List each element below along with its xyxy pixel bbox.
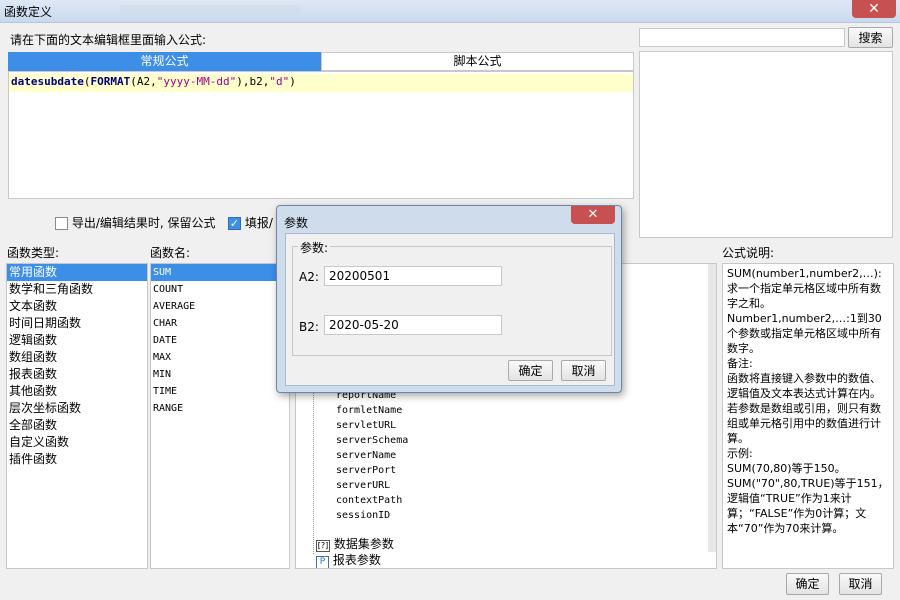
func-type-item[interactable]: 时间日期函数 bbox=[7, 315, 147, 332]
tree-group-report-label: 报表参数 bbox=[332, 553, 381, 567]
tree-param-item[interactable]: serverPort bbox=[336, 463, 408, 478]
func-types-header: 函数类型: bbox=[7, 246, 60, 260]
a2-input[interactable]: 20200501 bbox=[324, 266, 502, 286]
func-names-list[interactable]: SUM COUNT AVERAGE CHAR DATE MAX MIN TIME RANGE bbox=[150, 263, 290, 569]
search-input[interactable] bbox=[639, 28, 845, 47]
tree-group-dataset-label: 数据集参数 bbox=[333, 537, 394, 551]
dataset-icon: [?] bbox=[316, 540, 330, 552]
param-icon: P bbox=[316, 556, 329, 568]
func-name-item[interactable]: MIN bbox=[151, 366, 289, 383]
b2-input[interactable]: 2020-05-20 bbox=[324, 315, 502, 335]
keep-formula-option[interactable]: 导出/编辑结果时, 保留公式 bbox=[55, 214, 216, 231]
formula-token: ) bbox=[289, 75, 296, 88]
fill-option[interactable]: ✓ 填报/ bbox=[228, 214, 273, 231]
description-line: 函数将直接键入参数中的数值、逻辑值及文本表达式计算在内。若参数是数组或引用，则只… bbox=[727, 372, 881, 445]
search-results-panel[interactable] bbox=[639, 51, 893, 238]
tab-regular-formula[interactable]: 常规公式 bbox=[8, 52, 321, 71]
window-title: 函数定义 bbox=[4, 5, 53, 19]
formula-token: datesubdate bbox=[11, 75, 84, 88]
formula-token: FORMAT bbox=[90, 75, 131, 88]
func-names-header: 函数名: bbox=[150, 246, 191, 260]
func-type-item[interactable]: 其他函数 bbox=[7, 383, 147, 400]
tree-param-item[interactable]: sessionID bbox=[336, 508, 408, 523]
params-dialog: 参数 ✕ 参数: A2: 20200501 B2: 2020-05-20 确定 … bbox=[276, 205, 622, 393]
tree-param-item[interactable]: servletURL bbox=[336, 418, 408, 433]
tree-param-item[interactable]: serverName bbox=[336, 448, 408, 463]
dialog-cancel-button[interactable]: 取消 bbox=[561, 360, 606, 381]
func-name-item[interactable]: COUNT bbox=[151, 281, 289, 298]
func-name-item[interactable]: AVERAGE bbox=[151, 298, 289, 315]
formula-token: (A2, bbox=[130, 75, 157, 88]
func-name-item[interactable]: TIME bbox=[151, 383, 289, 400]
window-close-button[interactable]: ✕ bbox=[852, 0, 896, 18]
tree-param-item[interactable]: serverURL bbox=[336, 478, 408, 493]
func-name-item[interactable]: RANGE bbox=[151, 400, 289, 417]
description-line: SUM("70",80,TRUE)等于151，逻辑值“TRUE”作为1来计算；“… bbox=[727, 477, 889, 535]
func-type-item[interactable]: 常用函数 bbox=[7, 264, 147, 281]
description-line: 示例: bbox=[727, 447, 753, 460]
description-panel: SUM(number1,number2,…):求一个指定单元格区域中所有数字之和… bbox=[722, 263, 894, 569]
a2-label: A2: bbox=[299, 270, 319, 284]
tree-param-item[interactable]: serverSchema bbox=[336, 433, 408, 448]
func-type-item[interactable]: 数组函数 bbox=[7, 349, 147, 366]
dialog-close-button[interactable]: ✕ bbox=[571, 206, 615, 224]
tree-scrollbar[interactable] bbox=[708, 264, 716, 552]
formula-token: "yyyy-MM-dd" bbox=[156, 75, 237, 88]
func-name-item[interactable]: MAX bbox=[151, 349, 289, 366]
dialog-body: 参数: A2: 20200501 B2: 2020-05-20 确定 取消 bbox=[285, 233, 615, 386]
func-type-item[interactable]: 数学和三角函数 bbox=[7, 281, 147, 298]
formula-line[interactable]: datesubdate(FORMAT(A2,"yyyy-MM-dd"),b2,"… bbox=[9, 74, 633, 92]
func-types-list[interactable]: 常用函数 数学和三角函数 文本函数 时间日期函数 逻辑函数 数组函数 报表函数 其他函数 层次坐… bbox=[6, 263, 148, 569]
close-icon: ✕ bbox=[868, 1, 880, 17]
background-ghost bbox=[120, 5, 300, 15]
title-bar: 函数定义 bbox=[0, 0, 900, 22]
formula-editor[interactable]: datesubdate(FORMAT(A2,"yyyy-MM-dd"),b2,"… bbox=[8, 71, 634, 199]
fill-checkbox[interactable]: ✓ bbox=[228, 217, 241, 230]
tree-group-dataset[interactable]: [?] 数据集参数 bbox=[316, 537, 394, 552]
func-name-item[interactable]: SUM bbox=[151, 264, 289, 281]
description-line: Number1,number2,…:1到30个参数或指定单元格区域中所有数字。 bbox=[727, 312, 882, 355]
func-type-item[interactable]: 全部函数 bbox=[7, 417, 147, 434]
description-line: SUM(70,80)等于150。 bbox=[727, 462, 846, 475]
ok-button[interactable]: 确定 bbox=[786, 573, 829, 595]
fill-label: 填报/ bbox=[244, 216, 273, 230]
description-line: SUM(number1,number2,…):求一个指定单元格区域中所有数字之和… bbox=[727, 267, 882, 310]
func-name-item[interactable]: CHAR bbox=[151, 315, 289, 332]
formula-token: ),b2, bbox=[236, 75, 270, 88]
func-type-item[interactable]: 插件函数 bbox=[7, 451, 147, 468]
tree-param-item[interactable]: formletName bbox=[336, 403, 408, 418]
func-type-item[interactable]: 逻辑函数 bbox=[7, 332, 147, 349]
dialog-title: 参数 bbox=[284, 216, 309, 230]
keep-formula-checkbox[interactable] bbox=[55, 217, 68, 230]
params-group-label: 参数: bbox=[298, 239, 331, 256]
instruction-label: 请在下面的文本编辑框里面输入公式: bbox=[10, 33, 207, 47]
func-type-item[interactable]: 报表函数 bbox=[7, 366, 147, 383]
func-type-item[interactable]: 文本函数 bbox=[7, 298, 147, 315]
func-type-item[interactable]: 层次坐标函数 bbox=[7, 400, 147, 417]
func-type-item[interactable]: 自定义函数 bbox=[7, 434, 147, 451]
search-button[interactable]: 搜索 bbox=[848, 27, 893, 48]
formula-token: "d" bbox=[269, 75, 290, 88]
func-name-item[interactable]: DATE bbox=[151, 332, 289, 349]
cancel-button[interactable]: 取消 bbox=[839, 573, 882, 595]
tree-items: reportName formletName servletURL serverSch… bbox=[336, 388, 408, 523]
dialog-ok-button[interactable]: 确定 bbox=[508, 360, 553, 381]
description-line: 备注: bbox=[727, 357, 753, 370]
tree-group-report[interactable]: P 报表参数 bbox=[316, 553, 381, 568]
tree-param-item[interactable]: contextPath bbox=[336, 493, 408, 508]
tree-line bbox=[313, 384, 314, 554]
b2-label: B2: bbox=[299, 320, 319, 334]
description-header: 公式说明: bbox=[722, 246, 775, 260]
keep-formula-label: 导出/编辑结果时, 保留公式 bbox=[71, 216, 216, 230]
close-icon: ✕ bbox=[587, 207, 599, 222]
params-group bbox=[292, 246, 612, 356]
tab-script-formula[interactable]: 脚本公式 bbox=[321, 52, 634, 71]
